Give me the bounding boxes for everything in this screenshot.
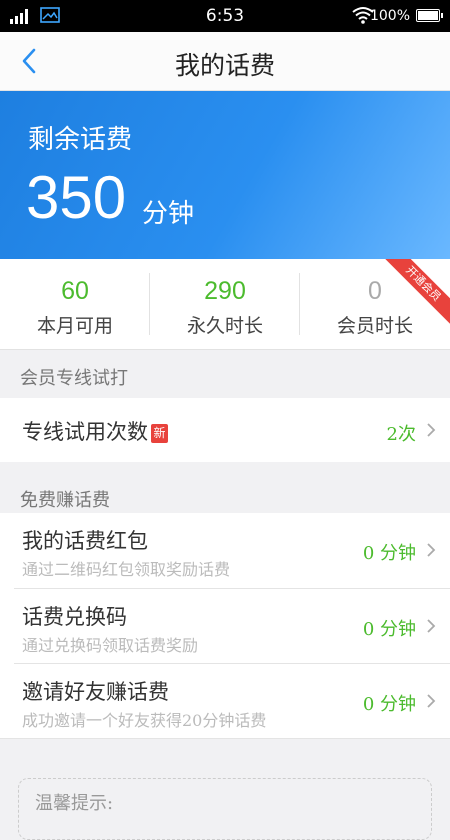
stat-permanent-caption: 永久时长: [186, 315, 263, 337]
trial-count-row[interactable]: 专线试用次数新 2次: [0, 398, 450, 462]
row-subtitle: 成功邀请一个好友获得20分钟话费: [22, 711, 267, 730]
trial-count-value: 2次: [386, 424, 416, 445]
row-title: 话费兑换码: [22, 605, 127, 629]
balance-unit: 分钟: [142, 199, 195, 229]
stat-monthly-value: 60: [61, 277, 89, 305]
stat-member: 0 会员时长: [300, 259, 450, 349]
chevron-right-icon: [427, 694, 436, 708]
row-title: 邀请好友赚话费: [22, 680, 169, 704]
row-subtitle: 通过二维码红包领取奖励话费: [22, 560, 231, 579]
divider: [0, 738, 450, 739]
tip-label: 温馨提示:: [35, 793, 114, 814]
section-header-member: 会员专线试打: [0, 350, 450, 398]
battery-percent: 100%: [369, 8, 410, 24]
redeem-code-row[interactable]: 话费兑换码 通过兑换码领取话费奖励 0 分钟: [0, 589, 450, 664]
red-packet-row[interactable]: 我的话费红包 通过二维码红包领取奖励话费 0 分钟: [0, 513, 450, 589]
row-value: 0 分钟: [362, 543, 416, 564]
balance-card: 剩余话费 350 分钟: [0, 91, 450, 259]
new-badge: 新: [151, 424, 168, 443]
balance-label: 剩余话费: [28, 125, 133, 155]
stats-panel: 60 本月可用 290 永久时长 0 会员时长 开通会员: [0, 259, 450, 350]
tip-box: 温馨提示:: [18, 778, 432, 840]
section-header-label: 免费赚话费: [20, 490, 110, 511]
status-bar: 6:53 100%: [0, 0, 450, 32]
section-header-label: 会员专线试打: [20, 368, 128, 389]
balance-amount: 350: [26, 164, 127, 231]
battery-icon: [416, 9, 443, 22]
chevron-right-icon: [427, 423, 436, 437]
row-value: 0 分钟: [362, 694, 416, 715]
row-title: 我的话费红包: [22, 529, 148, 553]
chevron-right-icon: [427, 619, 436, 633]
stat-monthly: 60 本月可用: [0, 259, 150, 349]
row-value: 0 分钟: [362, 619, 416, 640]
stat-member-caption: 会员时长: [336, 315, 413, 337]
chevron-right-icon: [427, 543, 436, 557]
page-title: 我的话费: [174, 51, 275, 80]
row-subtitle: 通过兑换码领取话费奖励: [22, 636, 199, 655]
row-title-text: 专线试用次数: [22, 420, 148, 444]
stat-monthly-caption: 本月可用: [36, 315, 113, 337]
nav-bar: 我的话费: [0, 32, 450, 91]
invite-friends-row[interactable]: 邀请好友赚话费 成功邀请一个好友获得20分钟话费 0 分钟: [0, 664, 450, 739]
row-title: 专线试用次数新: [22, 416, 168, 446]
stat-permanent: 290 永久时长: [150, 259, 300, 349]
stat-permanent-value: 290: [204, 277, 246, 305]
